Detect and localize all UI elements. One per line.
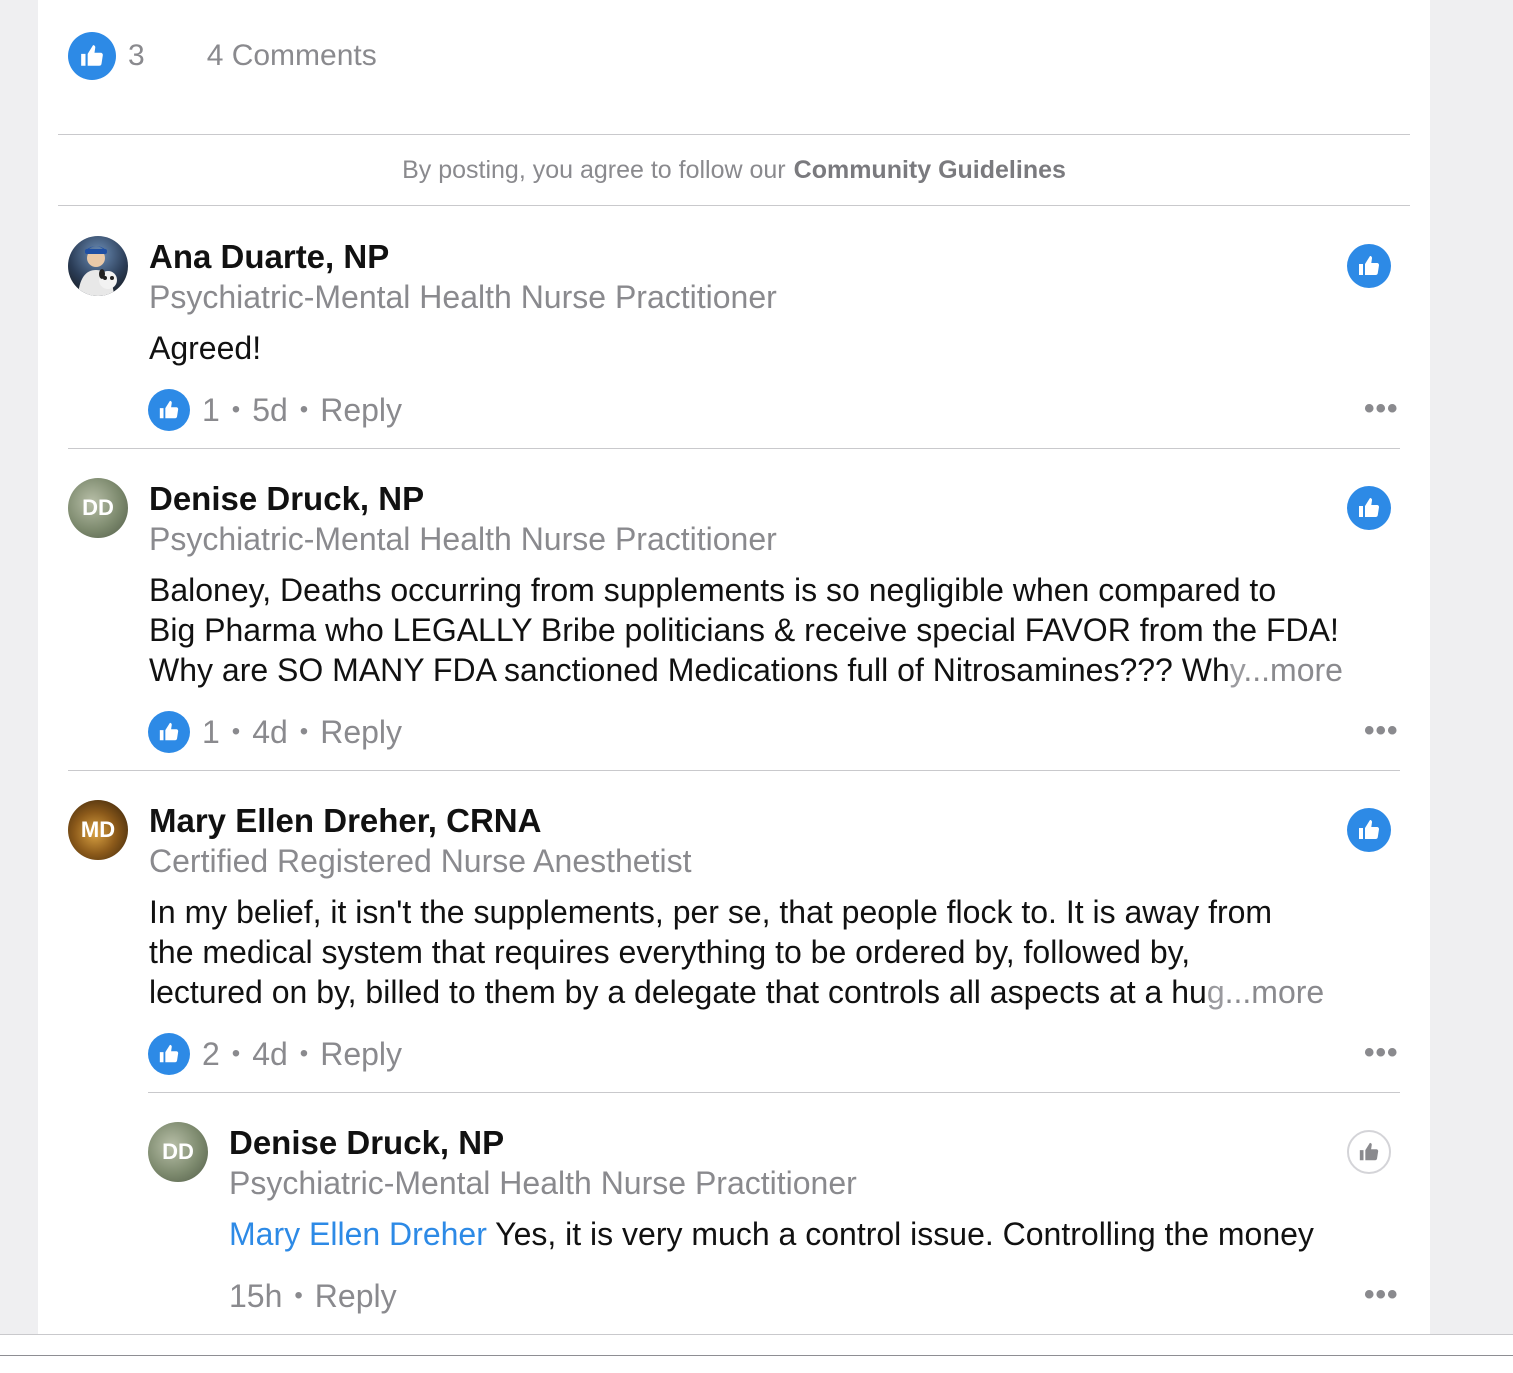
avatar[interactable]: MD xyxy=(68,800,128,860)
more-link[interactable]: ...more xyxy=(1225,974,1325,1010)
comment-line: lectured on by, billed to them by a dele… xyxy=(149,972,1324,1012)
comment-time: 15h xyxy=(229,1277,283,1314)
thumbs-up-icon[interactable] xyxy=(68,32,116,80)
comment-line: In my belief, it isn't the supplements, … xyxy=(149,894,1273,930)
more-options-icon[interactable]: ••• xyxy=(1364,1036,1399,1070)
comment-text: In my belief, it isn't the supplements, … xyxy=(149,892,1324,1012)
reply-button[interactable]: Reply xyxy=(320,392,402,429)
comment-like-count[interactable]: 1 xyxy=(202,714,220,751)
avatar[interactable]: DD xyxy=(68,478,128,538)
avatar-initials: MD xyxy=(80,817,116,842)
thumbs-up-icon[interactable] xyxy=(1347,1130,1391,1174)
thumbs-up-icon xyxy=(148,1033,190,1075)
separator-dot: • xyxy=(231,396,241,423)
comment-meta: 2 • 4d • Reply xyxy=(148,1032,402,1076)
community-guidelines-notice: By posting, you agree to follow our Comm… xyxy=(58,134,1410,206)
community-guidelines-link[interactable]: Community Guidelines xyxy=(794,156,1066,185)
comment-line-text: Why are SO MANY FDA sanctioned Medicatio… xyxy=(149,652,1230,688)
comments-count[interactable]: 4 Comments xyxy=(207,39,377,73)
bottom-bar xyxy=(0,1334,1513,1373)
avatar-initials: DD xyxy=(162,1139,194,1164)
comment-line-text: lectured on by, billed to them by a dele… xyxy=(149,974,1207,1010)
comment-author-title: Psychiatric-Mental Health Nurse Practiti… xyxy=(149,279,777,315)
comment-like-count[interactable]: 2 xyxy=(202,1036,220,1073)
separator-dot: • xyxy=(231,1040,241,1067)
comment-author-name[interactable]: Ana Duarte, NP xyxy=(149,238,389,276)
separator-dot: • xyxy=(299,718,309,745)
comment-time: 4d xyxy=(252,1035,288,1072)
divider xyxy=(68,448,1400,449)
divider xyxy=(148,1092,1400,1093)
separator-dot: • xyxy=(294,1282,303,1309)
thumbs-up-icon[interactable] xyxy=(1347,808,1391,852)
more-options-icon[interactable]: ••• xyxy=(1364,392,1399,426)
comment-text: Baloney, Deaths occurring from supplemen… xyxy=(149,570,1343,690)
reply-button[interactable]: Reply xyxy=(320,714,402,751)
comment-author-title: Certified Registered Nurse Anesthetist xyxy=(149,843,692,879)
comment-like-count[interactable]: 1 xyxy=(202,392,220,429)
mention-link[interactable]: Mary Ellen Dreher xyxy=(229,1216,487,1252)
comment-line: Baloney, Deaths occurring from supplemen… xyxy=(149,572,1277,608)
divider xyxy=(68,770,1400,771)
truncated-text: y xyxy=(1229,652,1244,688)
divider xyxy=(0,1355,1513,1356)
separator-dot: • xyxy=(231,718,241,745)
avatar-initials: DD xyxy=(82,495,114,520)
comment-meta: 1 • 4d • Reply xyxy=(148,710,402,754)
avatar[interactable] xyxy=(68,236,128,296)
reply-button[interactable]: Reply xyxy=(320,1036,402,1073)
comment-text: Agreed! xyxy=(149,328,261,368)
comments-card: 3 4 Comments By posting, you agree to fo… xyxy=(38,0,1430,1334)
comment-author-name[interactable]: Denise Druck, NP xyxy=(229,1124,504,1162)
reactions-summary: 3 4 Comments xyxy=(68,32,377,80)
comment-author-title: Psychiatric-Mental Health Nurse Practiti… xyxy=(149,521,777,557)
comment-time: 5d xyxy=(252,391,288,428)
comment-meta: 15h • Reply xyxy=(229,1274,397,1318)
comment-time: 4d xyxy=(252,713,288,750)
like-count[interactable]: 3 xyxy=(128,39,145,73)
thumbs-up-icon xyxy=(148,389,190,431)
thumbs-up-icon xyxy=(148,711,190,753)
comment-meta: 1 • 5d • Reply xyxy=(148,388,402,432)
comment-author-name[interactable]: Mary Ellen Dreher, CRNA xyxy=(149,802,541,840)
comment-author-name[interactable]: Denise Druck, NP xyxy=(149,480,424,518)
comment-line: Yes, it is very much a control issue. Co… xyxy=(486,1216,1314,1252)
comment-text: Mary Ellen Dreher Yes, it is very much a… xyxy=(229,1214,1314,1254)
avatar[interactable]: DD xyxy=(148,1122,208,1182)
comment-line: Agreed! xyxy=(149,330,262,366)
comment-line: Why are SO MANY FDA sanctioned Medicatio… xyxy=(149,650,1343,690)
more-options-icon[interactable]: ••• xyxy=(1364,714,1399,748)
separator-dot: • xyxy=(299,396,309,423)
reply-button[interactable]: Reply xyxy=(315,1278,397,1315)
thumbs-up-icon[interactable] xyxy=(1347,244,1391,288)
comment-line: the medical system that requires everyth… xyxy=(149,934,1191,970)
separator-dot: • xyxy=(299,1040,309,1067)
guidelines-text: By posting, you agree to follow our xyxy=(402,155,786,184)
more-link[interactable]: ...more xyxy=(1243,652,1343,688)
comment-line: Big Pharma who LEGALLY Bribe politicians… xyxy=(149,612,1339,648)
comment-author-title: Psychiatric-Mental Health Nurse Practiti… xyxy=(229,1165,857,1201)
more-options-icon[interactable]: ••• xyxy=(1364,1278,1399,1312)
truncated-text: g xyxy=(1206,974,1225,1010)
thumbs-up-icon[interactable] xyxy=(1347,486,1391,530)
